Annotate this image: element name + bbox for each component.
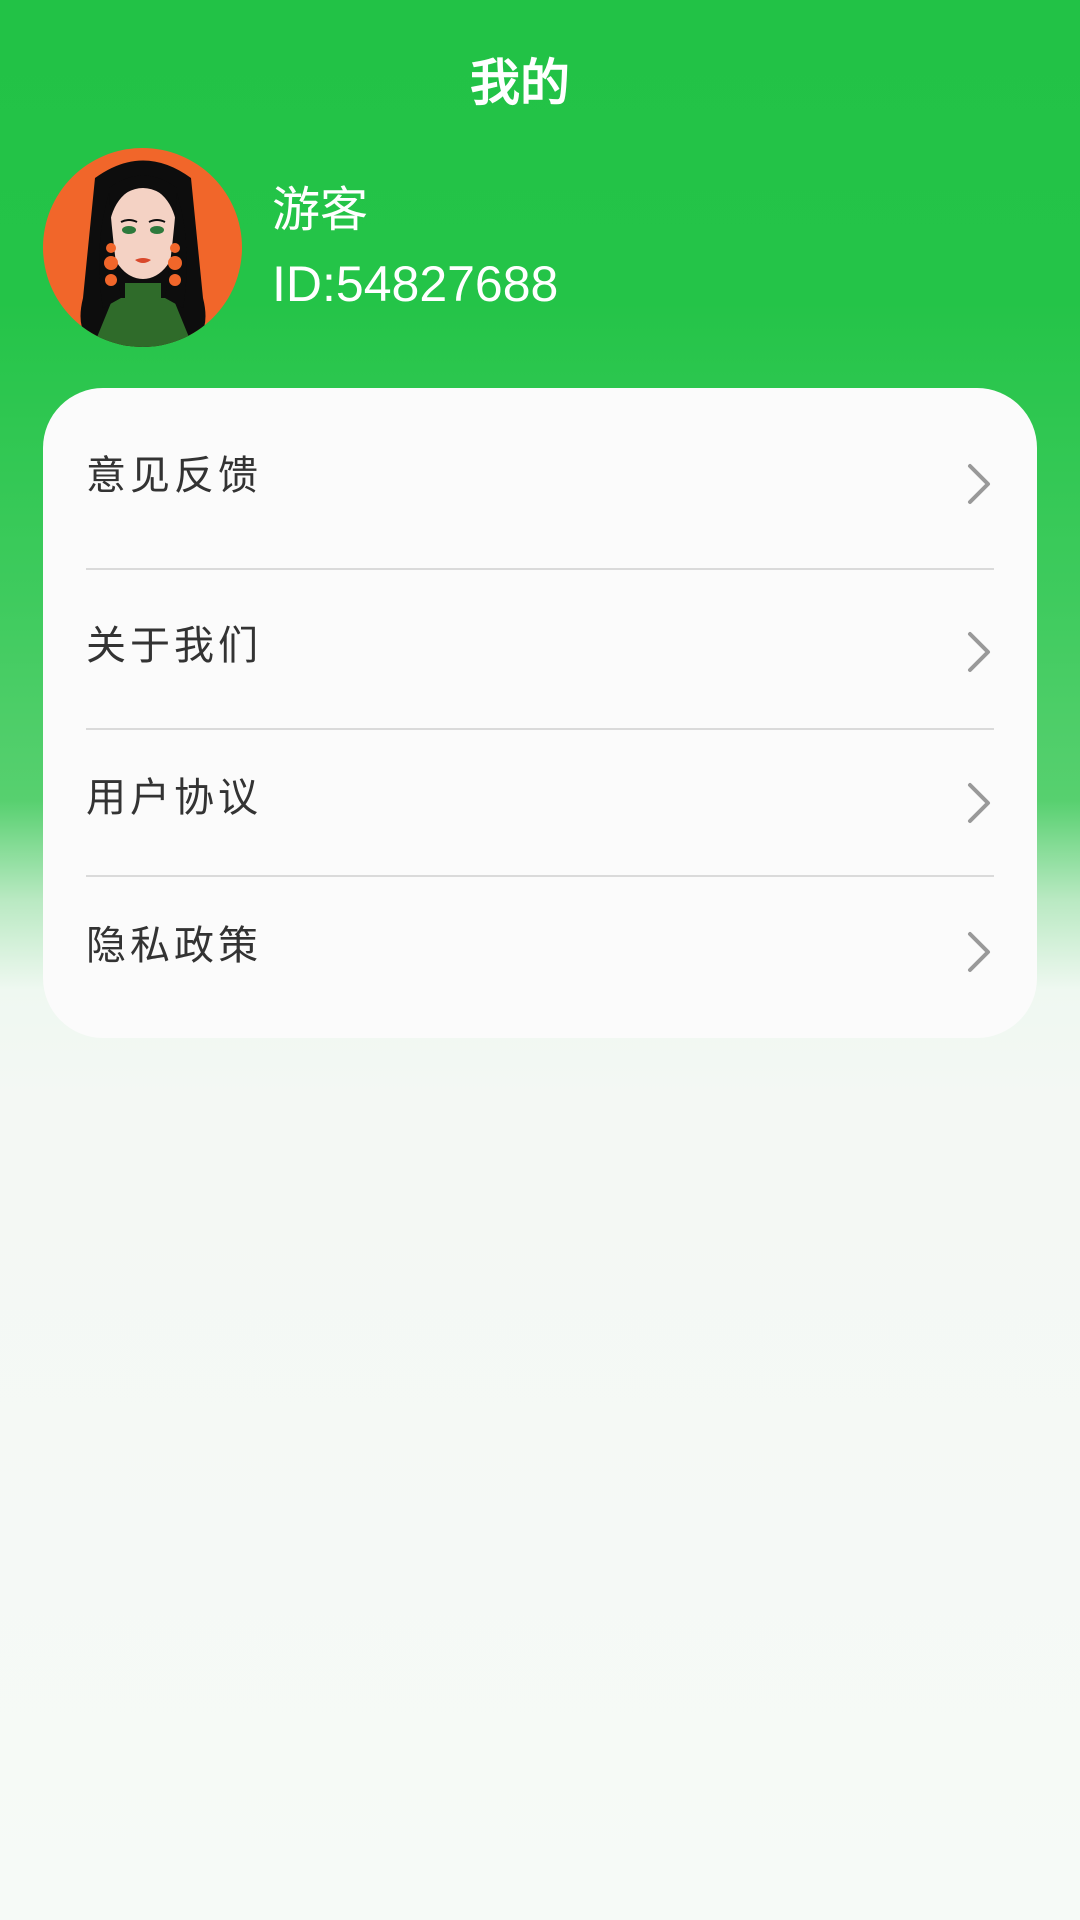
menu-item-label: 用户协议	[86, 774, 262, 821]
menu-item-user-agreement[interactable]: 用户协议	[86, 730, 994, 877]
user-info: 游客 ID:54827688	[272, 178, 558, 318]
menu-item-privacy-policy[interactable]: 隐私政策	[86, 877, 994, 1027]
menu-item-label: 关于我们	[86, 623, 262, 669]
user-name: 游客	[272, 181, 369, 238]
chevron-right-icon	[968, 782, 990, 823]
avatar[interactable]	[43, 148, 242, 347]
settings-menu-card: 意见反馈 关于我们 用户协议 隐私政策	[43, 388, 1037, 1038]
user-id: ID:54827688	[272, 255, 559, 312]
user-profile[interactable]: 游客 ID:54827688	[43, 148, 558, 347]
menu-item-about-us[interactable]: 关于我们	[86, 570, 994, 730]
chevron-right-icon	[968, 932, 990, 972]
page-title: 我的	[470, 54, 570, 112]
menu-item-label: 隐私政策	[86, 923, 262, 969]
chevron-right-icon	[968, 632, 990, 672]
chevron-right-icon	[968, 464, 990, 504]
menu-item-label: 意见反馈	[86, 453, 262, 499]
avatar-woman-illustration	[43, 148, 242, 347]
menu-item-feedback[interactable]: 意见反馈	[86, 388, 994, 570]
